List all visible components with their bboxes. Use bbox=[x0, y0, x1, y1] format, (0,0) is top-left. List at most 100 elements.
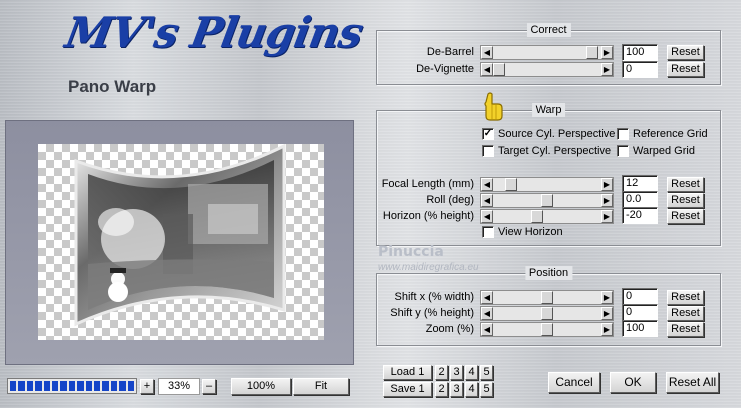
target-cyl-label: Target Cyl. Perspective bbox=[498, 145, 612, 157]
focal-length-label: Focal Length (mm) bbox=[381, 178, 474, 190]
save-slot-2-button[interactable]: 2 bbox=[435, 382, 448, 397]
pointing-hand-icon bbox=[484, 92, 503, 121]
progress-segment bbox=[127, 381, 135, 391]
progress-segment bbox=[102, 381, 109, 391]
progress-segment bbox=[10, 381, 17, 391]
slider-thumb[interactable] bbox=[493, 63, 505, 76]
zoom-field[interactable]: 100 bbox=[622, 320, 658, 337]
shift-x-reset-button[interactable]: Reset bbox=[667, 290, 704, 305]
watermark-site: www.maidiregrafica.eu bbox=[378, 262, 479, 273]
de-vignette-reset-button[interactable]: Reset bbox=[667, 62, 704, 77]
slider-left-arrow-icon[interactable]: ◀ bbox=[481, 210, 493, 223]
source-cyl-label: Source Cyl. Perspective bbox=[498, 128, 616, 140]
slider-right-arrow-icon[interactable]: ▶ bbox=[601, 46, 613, 59]
slider-thumb[interactable] bbox=[586, 46, 598, 59]
watermark-name: Pinuccia bbox=[378, 244, 444, 260]
slider-right-arrow-icon[interactable]: ▶ bbox=[601, 178, 613, 191]
progress-segment bbox=[35, 381, 42, 391]
save-slot-4-button[interactable]: 4 bbox=[465, 382, 478, 397]
zoom-out-button[interactable]: – bbox=[202, 379, 216, 394]
roll-reset-button[interactable]: Reset bbox=[667, 193, 704, 208]
focal-length-field[interactable]: 12 bbox=[622, 175, 658, 192]
roll-slider[interactable]: ◀ ▶ bbox=[480, 193, 614, 208]
shift-x-slider[interactable]: ◀ ▶ bbox=[480, 290, 614, 305]
slider-thumb[interactable] bbox=[505, 178, 517, 191]
slider-right-arrow-icon[interactable]: ▶ bbox=[601, 307, 613, 320]
progress-segment bbox=[110, 381, 118, 391]
ok-button[interactable]: OK bbox=[610, 372, 656, 393]
shift-x-label: Shift x (% width) bbox=[394, 291, 474, 303]
plugin-title: Pano Warp bbox=[68, 77, 157, 96]
roll-field[interactable]: 0.0 bbox=[622, 191, 658, 208]
source-cyl-checkbox[interactable]: ✓ bbox=[482, 128, 494, 140]
save-slot-3-button[interactable]: 3 bbox=[450, 382, 463, 397]
warped-grid-label: Warped Grid bbox=[633, 145, 695, 157]
de-vignette-slider[interactable]: ◀ ▶ bbox=[480, 62, 614, 77]
view-horizon-label: View Horizon bbox=[498, 226, 563, 238]
slider-right-arrow-icon[interactable]: ▶ bbox=[601, 63, 613, 76]
slider-thumb[interactable] bbox=[541, 307, 553, 320]
slider-left-arrow-icon[interactable]: ◀ bbox=[481, 194, 493, 207]
save-1-button[interactable]: Save 1 bbox=[383, 382, 432, 397]
slider-thumb[interactable] bbox=[541, 291, 553, 304]
warped-image bbox=[74, 144, 286, 327]
progress-segment bbox=[119, 381, 126, 391]
slider-left-arrow-icon[interactable]: ◀ bbox=[481, 63, 493, 76]
slider-right-arrow-icon[interactable]: ▶ bbox=[601, 291, 613, 304]
reference-grid-checkbox[interactable] bbox=[617, 128, 629, 140]
progress-bar bbox=[7, 378, 137, 394]
de-barrel-slider[interactable]: ◀ ▶ bbox=[480, 45, 614, 60]
slider-left-arrow-icon[interactable]: ◀ bbox=[481, 46, 493, 59]
horizon-reset-button[interactable]: Reset bbox=[667, 209, 704, 224]
zoom-slider[interactable]: ◀ ▶ bbox=[480, 322, 614, 337]
warp-group-title: Warp bbox=[531, 103, 566, 117]
slider-left-arrow-icon[interactable]: ◀ bbox=[481, 291, 493, 304]
horizon-field[interactable]: -20 bbox=[622, 207, 658, 224]
de-vignette-label: De-Vignette bbox=[416, 63, 474, 75]
shift-y-slider[interactable]: ◀ ▶ bbox=[480, 306, 614, 321]
zoom-reset-button[interactable]: Reset bbox=[667, 322, 704, 337]
slider-thumb[interactable] bbox=[541, 194, 553, 207]
slider-right-arrow-icon[interactable]: ▶ bbox=[601, 194, 613, 207]
preview-canvas[interactable] bbox=[38, 144, 324, 340]
load-slot-5-button[interactable]: 5 bbox=[480, 365, 493, 380]
reset-all-button[interactable]: Reset All bbox=[666, 372, 719, 393]
shift-x-field[interactable]: 0 bbox=[622, 288, 658, 305]
save-slot-5-button[interactable]: 5 bbox=[480, 382, 493, 397]
zoom-100-button[interactable]: 100% bbox=[231, 378, 291, 395]
slider-left-arrow-icon[interactable]: ◀ bbox=[481, 307, 493, 320]
shift-y-field[interactable]: 0 bbox=[622, 304, 658, 321]
focal-length-reset-button[interactable]: Reset bbox=[667, 177, 704, 192]
view-horizon-checkbox[interactable] bbox=[482, 226, 494, 238]
load-slot-4-button[interactable]: 4 bbox=[465, 365, 478, 380]
slider-thumb[interactable] bbox=[531, 210, 543, 223]
horizon-slider[interactable]: ◀ ▶ bbox=[480, 209, 614, 224]
load-slot-3-button[interactable]: 3 bbox=[450, 365, 463, 380]
position-group-title: Position bbox=[524, 266, 573, 280]
progress-segment bbox=[52, 381, 59, 391]
progress-segment bbox=[85, 381, 93, 391]
slider-thumb[interactable] bbox=[541, 323, 553, 336]
slider-left-arrow-icon[interactable]: ◀ bbox=[481, 178, 493, 191]
slider-right-arrow-icon[interactable]: ▶ bbox=[601, 323, 613, 336]
warped-grid-checkbox[interactable] bbox=[617, 145, 629, 157]
horizon-label: Horizon (% height) bbox=[382, 210, 474, 222]
slider-left-arrow-icon[interactable]: ◀ bbox=[481, 323, 493, 336]
reference-grid-label: Reference Grid bbox=[633, 128, 708, 140]
slider-right-arrow-icon[interactable]: ▶ bbox=[601, 210, 613, 223]
shift-y-reset-button[interactable]: Reset bbox=[667, 306, 704, 321]
zoom-fit-button[interactable]: Fit bbox=[293, 378, 349, 395]
cancel-button[interactable]: Cancel bbox=[548, 372, 600, 393]
de-barrel-reset-button[interactable]: Reset bbox=[667, 45, 704, 60]
de-vignette-field[interactable]: 0 bbox=[622, 61, 658, 78]
load-slot-2-button[interactable]: 2 bbox=[435, 365, 448, 380]
load-1-button[interactable]: Load 1 bbox=[383, 365, 432, 380]
zoom-in-button[interactable]: + bbox=[140, 379, 154, 394]
logo: MV's Plugins bbox=[61, 8, 367, 57]
zoom-level-field[interactable]: 33% bbox=[158, 378, 200, 395]
de-barrel-label: De-Barrel bbox=[426, 46, 474, 58]
focal-length-slider[interactable]: ◀ ▶ bbox=[480, 177, 614, 192]
target-cyl-checkbox[interactable] bbox=[482, 145, 494, 157]
progress-segment bbox=[68, 381, 76, 391]
de-barrel-field[interactable]: 100 bbox=[622, 44, 658, 61]
